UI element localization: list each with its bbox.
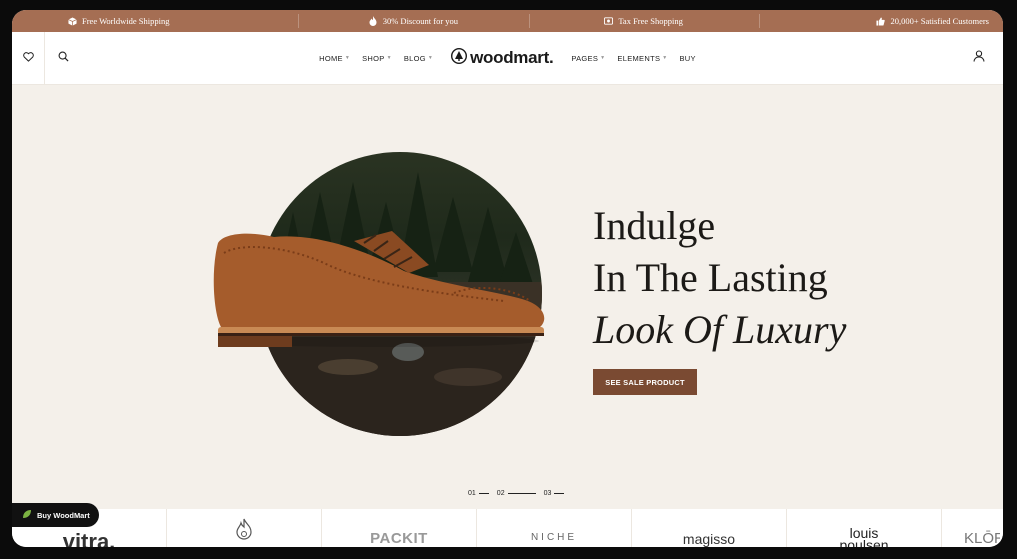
nav-label: PAGES <box>571 53 599 63</box>
slide-dot-2[interactable]: 02 <box>497 490 536 497</box>
nav-item-blog[interactable]: BLOG ▼ <box>404 54 433 63</box>
nav-left: HOME ▼ SHOP ▼ BLOG ▼ <box>319 54 433 63</box>
promo-item-tax: Tax Free Shopping <box>528 10 759 32</box>
slide-dot-1[interactable]: 01 <box>468 490 489 497</box>
promo-bar: Free Worldwide Shipping 30% Discount for… <box>12 10 1003 32</box>
brand-logo[interactable] <box>167 509 322 547</box>
chevron-down-icon: ▼ <box>600 55 606 61</box>
hero-line-3: Look Of Luxury <box>593 307 847 352</box>
thumbs-up-icon <box>876 16 886 26</box>
leaf-icon <box>22 509 32 521</box>
brand-name: KLŌR <box>964 530 1000 547</box>
brand-name: louis poulsen <box>839 525 889 547</box>
nav-label: BLOG <box>403 53 426 63</box>
nav-item-elements[interactable]: ELEMENTS ▼ <box>617 54 667 63</box>
nav-item-home[interactable]: HOME ▼ <box>319 54 350 63</box>
slide-number: 02 <box>496 490 505 497</box>
site-logo[interactable]: woodmart. <box>451 47 554 69</box>
card-icon <box>604 17 614 26</box>
nav-label: HOME <box>319 53 343 63</box>
promo-label: 20,000+ Satisfied Customers <box>890 16 989 26</box>
hero-line-1: Indulge <box>593 203 716 248</box>
nav-label: SHOP <box>362 53 385 63</box>
brand-logo[interactable]: magisso <box>632 509 787 547</box>
nav-item-pages[interactable]: PAGES ▼ <box>571 54 605 63</box>
nav-item-shop[interactable]: SHOP ▼ <box>362 54 392 63</box>
chevron-down-icon: ▼ <box>344 55 351 61</box>
chevron-down-icon: ▼ <box>427 55 434 61</box>
brand-name: magisso <box>682 531 736 547</box>
slide-dot-3[interactable]: 03 <box>544 490 565 497</box>
tree-logo-icon <box>451 47 468 69</box>
brand-logo[interactable]: NICHE <box>477 509 632 547</box>
hero-heading: Indulge In The Lasting Look Of Luxury <box>593 200 846 356</box>
flame-icon <box>369 16 378 26</box>
nav-label: BUY <box>679 53 696 63</box>
browser-frame: Free Worldwide Shipping 30% Discount for… <box>12 10 1003 547</box>
promo-label: Tax Free Shopping <box>618 16 683 26</box>
hero-line-2: In The Lasting <box>593 255 828 300</box>
nav-right: PAGES ▼ ELEMENTS ▼ BUY <box>571 54 695 63</box>
brand-logo[interactable]: KLŌR <box>942 509 1000 547</box>
main-nav: HOME ▼ SHOP ▼ BLOG ▼ woodmart. PAGES ▼ ELEME… <box>12 32 1003 84</box>
brand-logo[interactable]: louis poulsen <box>787 509 942 547</box>
buy-woodmart-button[interactable]: Buy WoodMart <box>12 503 99 527</box>
promo-item-customers: 20,000+ Satisfied Customers <box>758 10 1003 32</box>
box-icon <box>68 16 77 26</box>
see-sale-product-button[interactable]: SEE SALE PRODUCT <box>593 369 697 395</box>
buy-label: Buy WoodMart <box>37 510 90 520</box>
site-header: HOME ▼ SHOP ▼ BLOG ▼ woodmart. PAGES ▼ ELEME… <box>12 32 1003 85</box>
promo-label: Free Worldwide Shipping <box>82 16 170 26</box>
flame-emblem-icon <box>234 518 254 545</box>
chevron-down-icon: ▼ <box>662 55 668 61</box>
brogue-shoe-image <box>213 231 545 347</box>
nav-label: ELEMENTS <box>617 53 661 63</box>
brand-name: NICHE <box>530 532 578 543</box>
slider-pagination: 01 02 03 <box>468 490 565 497</box>
slide-number: 01 <box>468 490 476 497</box>
nav-item-buy[interactable]: BUY <box>680 54 696 63</box>
logo-text: woodmart. <box>470 48 554 67</box>
promo-label: 30% Discount for you <box>382 16 459 26</box>
user-icon <box>973 49 985 67</box>
account-button[interactable] <box>963 32 995 84</box>
brand-name: PACKIT <box>370 530 428 547</box>
brand-logo[interactable]: PACKIT <box>322 509 477 547</box>
promo-item-shipping: Free Worldwide Shipping <box>12 10 298 32</box>
hero-slider: Indulge In The Lasting Look Of Luxury SE… <box>12 85 1003 547</box>
slide-number: 03 <box>543 490 552 497</box>
brand-name: vitra. <box>62 529 116 547</box>
brand-logos-strip: vitra. PACKIT NICHE magisso louis poulse… <box>12 509 1003 547</box>
chevron-down-icon: ▼ <box>386 55 392 61</box>
promo-item-discount: 30% Discount for you <box>298 10 528 32</box>
